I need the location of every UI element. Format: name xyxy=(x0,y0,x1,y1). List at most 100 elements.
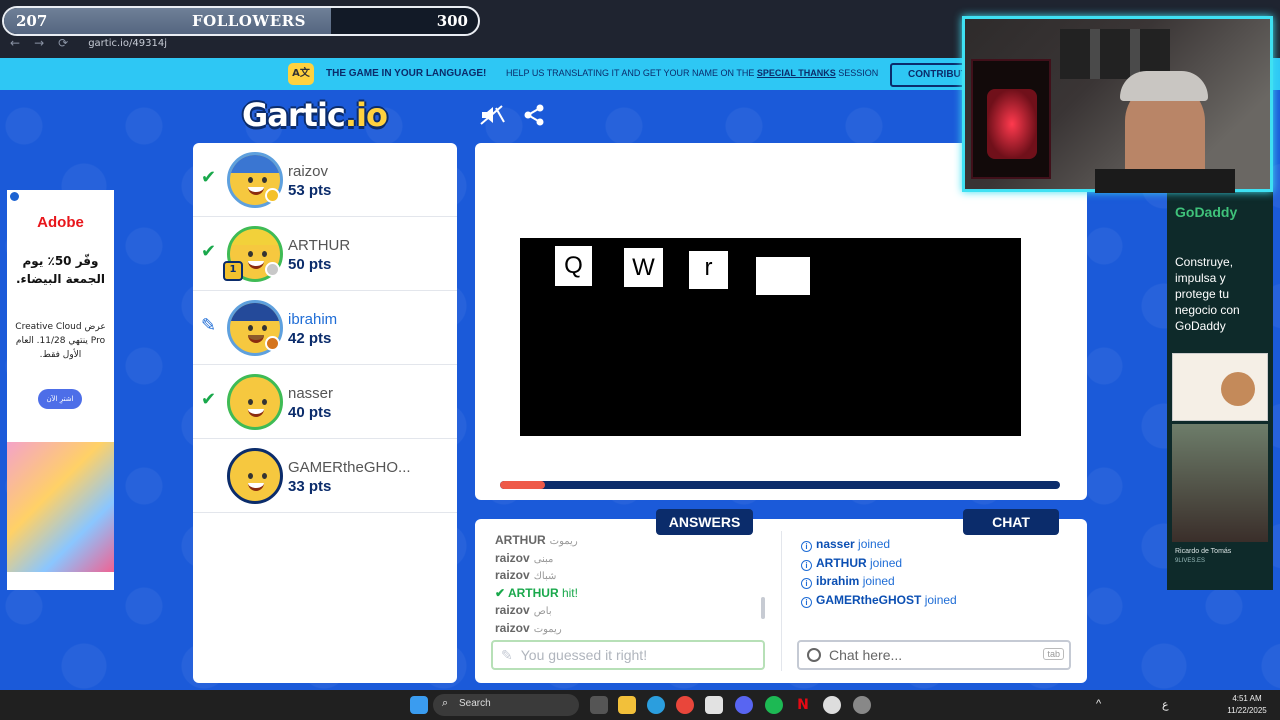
chat-message: i nasser joined xyxy=(801,537,1071,556)
adobe-ad[interactable]: Adobe وفّر 50٪ يوم الجمعة البيضاء. عرض C… xyxy=(7,190,114,590)
player-points: 53 pts xyxy=(288,182,332,199)
answer-item: raizov باص xyxy=(495,603,552,617)
reload-icon[interactable]: ⟳ xyxy=(58,36,68,50)
player-row[interactable]: ✔ nasser 40 pts xyxy=(193,365,457,439)
taskbar-search[interactable]: ⌕ Search xyxy=(433,694,579,716)
avatar xyxy=(227,374,283,430)
ad-website-screenshot xyxy=(1172,353,1268,421)
file-explorer-icon[interactable] xyxy=(618,696,636,714)
round-timer-fill xyxy=(500,481,545,489)
banner-title: THE GAME IN YOUR LANGUAGE! xyxy=(326,68,487,79)
trophy-icon: 1 xyxy=(223,261,243,281)
panel-divider xyxy=(781,531,782,671)
answers-list: ARTHUR ريموت raizov مبنى raizov شباك ✔ ARTH… xyxy=(495,533,755,638)
clock-date: 11/22/2025 xyxy=(1227,706,1267,715)
clock-time: 4:51 AM xyxy=(1232,694,1262,703)
player-badge xyxy=(265,336,280,351)
gartic-logo[interactable]: Gartic.io xyxy=(242,96,388,134)
logo-main: Gartic xyxy=(242,96,346,134)
search-icon: ⌕ xyxy=(442,697,449,709)
answer-input-placeholder: You guessed it right! xyxy=(520,647,648,663)
player-row[interactable]: ✔ raizov 53 pts xyxy=(193,143,457,217)
taskbar-clock[interactable]: 4:51 AM 11/22/2025 xyxy=(1222,693,1272,717)
chat-input[interactable]: Chat here... tab xyxy=(797,640,1071,670)
banner-text-after: SESSION xyxy=(838,68,879,78)
address-bar-url[interactable]: gartic.io/49314j xyxy=(88,38,167,49)
ad-copy: Construye, impulsa y protege tu negocio … xyxy=(1175,255,1240,333)
info-icon: i xyxy=(801,559,812,571)
discord-icon[interactable] xyxy=(735,696,753,714)
ad-photo xyxy=(1172,424,1268,542)
answers-tab[interactable]: ANSWERS xyxy=(656,509,753,535)
back-icon[interactable]: ← xyxy=(10,36,20,50)
tab-key-hint: tab xyxy=(1043,648,1064,660)
avatar xyxy=(227,448,283,504)
drawn-letter-box: W xyxy=(624,248,663,287)
drawing-canvas[interactable]: Q W r xyxy=(520,238,1021,436)
pencil-icon: ✎ xyxy=(501,646,513,663)
drawn-letter-box xyxy=(756,257,810,295)
player-points: 42 pts xyxy=(288,330,332,347)
windows-start-icon[interactable] xyxy=(410,696,428,714)
player-badge xyxy=(265,262,280,277)
spotify-icon[interactable] xyxy=(765,696,783,714)
ad-credit: Ricardo de Tomás xyxy=(1175,548,1232,555)
player-row[interactable]: ✔ 1 ARTHUR 50 pts xyxy=(193,217,457,291)
ad-buy-button[interactable]: اشترِ الآن xyxy=(38,389,82,409)
taskbar-search-label: Search xyxy=(459,698,491,709)
player-row[interactable]: GAMERtheGHO... 33 pts xyxy=(193,439,457,513)
ad-headline: وفّر 50٪ يوم الجمعة البيضاء. xyxy=(16,254,105,286)
chrome-icon[interactable] xyxy=(676,696,694,714)
obs-icon[interactable] xyxy=(853,696,871,714)
drawing-panel: Q W r xyxy=(475,143,1087,500)
player-points: 33 pts xyxy=(288,478,332,495)
ad-info-icon[interactable] xyxy=(10,192,19,201)
chat-message: i GAMERtheGHOST joined xyxy=(801,593,1071,612)
followers-label: FOLLOWERS xyxy=(192,12,306,30)
chat-input-placeholder: Chat here... xyxy=(829,647,903,663)
ad-brand: Adobe xyxy=(37,214,84,231)
taskbar: ⌕ Search N ^ ع 4:51 AM 11/22/2025 xyxy=(0,690,1280,720)
netflix-icon[interactable]: N xyxy=(794,696,812,714)
banner-text-before: HELP US TRANSLATING IT AND GET YOUR NAME… xyxy=(506,68,755,78)
chevron-up-icon[interactable]: ^ xyxy=(1096,698,1101,710)
input-language[interactable]: ع xyxy=(1162,698,1169,711)
answers-chat-panel: ANSWERS CHAT ARTHUR ريموت raizov مبنى raiz… xyxy=(475,509,1087,683)
webcam-rgb-light xyxy=(987,89,1037,159)
godaddy-ad[interactable]: GoDaddy Construye, impulsa y protege tu … xyxy=(1167,190,1273,590)
translate-icon: A文 xyxy=(288,63,314,85)
answer-item: raizov ريموت xyxy=(495,620,562,635)
edge-icon[interactable] xyxy=(647,696,665,714)
steelseries-icon[interactable] xyxy=(823,696,841,714)
special-thanks-link[interactable]: SPECIAL THANKS xyxy=(757,68,836,78)
chat-message: i ARTHUR joined xyxy=(801,556,1071,575)
player-name: GAMERtheGHO... xyxy=(288,459,411,476)
followers-current: 207 xyxy=(16,12,48,30)
player-name: nasser xyxy=(288,385,334,402)
players-list: ✔ raizov 53 pts ✔ 1 ARTHUR 50 pts ✎ ibra… xyxy=(193,143,457,683)
answers-scrollbar[interactable] xyxy=(761,597,765,619)
sound-mute-icon[interactable] xyxy=(480,104,506,131)
player-row[interactable]: ✎ ibrahim 42 pts xyxy=(193,291,457,365)
info-icon: i xyxy=(801,541,812,552)
player-points: 50 pts xyxy=(288,256,332,273)
store-icon[interactable] xyxy=(705,696,723,714)
drawn-letter-box: Q xyxy=(555,246,592,286)
ad-artwork xyxy=(7,442,114,572)
ad-brand: GoDaddy xyxy=(1175,204,1238,220)
chat-tab[interactable]: CHAT xyxy=(963,509,1059,535)
banner-text: HELP US TRANSLATING IT AND GET YOUR NAME… xyxy=(506,68,878,78)
logo-suffix: .io xyxy=(344,96,388,134)
answer-item: ✔ ARTHUR hit! xyxy=(495,585,578,600)
player-name: raizov xyxy=(288,163,329,180)
share-icon[interactable] xyxy=(523,104,545,131)
followers-goal: 300 xyxy=(436,12,468,30)
chat-message: i ibrahim joined xyxy=(801,574,1071,593)
task-view-icon[interactable] xyxy=(590,696,608,714)
player-points: 40 pts xyxy=(288,404,332,421)
info-icon: i xyxy=(801,578,812,589)
answer-input[interactable]: ✎ You guessed it right! xyxy=(491,640,765,670)
round-timer-bar xyxy=(500,481,1060,489)
player-badge xyxy=(265,188,280,203)
forward-icon[interactable]: → xyxy=(34,36,44,50)
